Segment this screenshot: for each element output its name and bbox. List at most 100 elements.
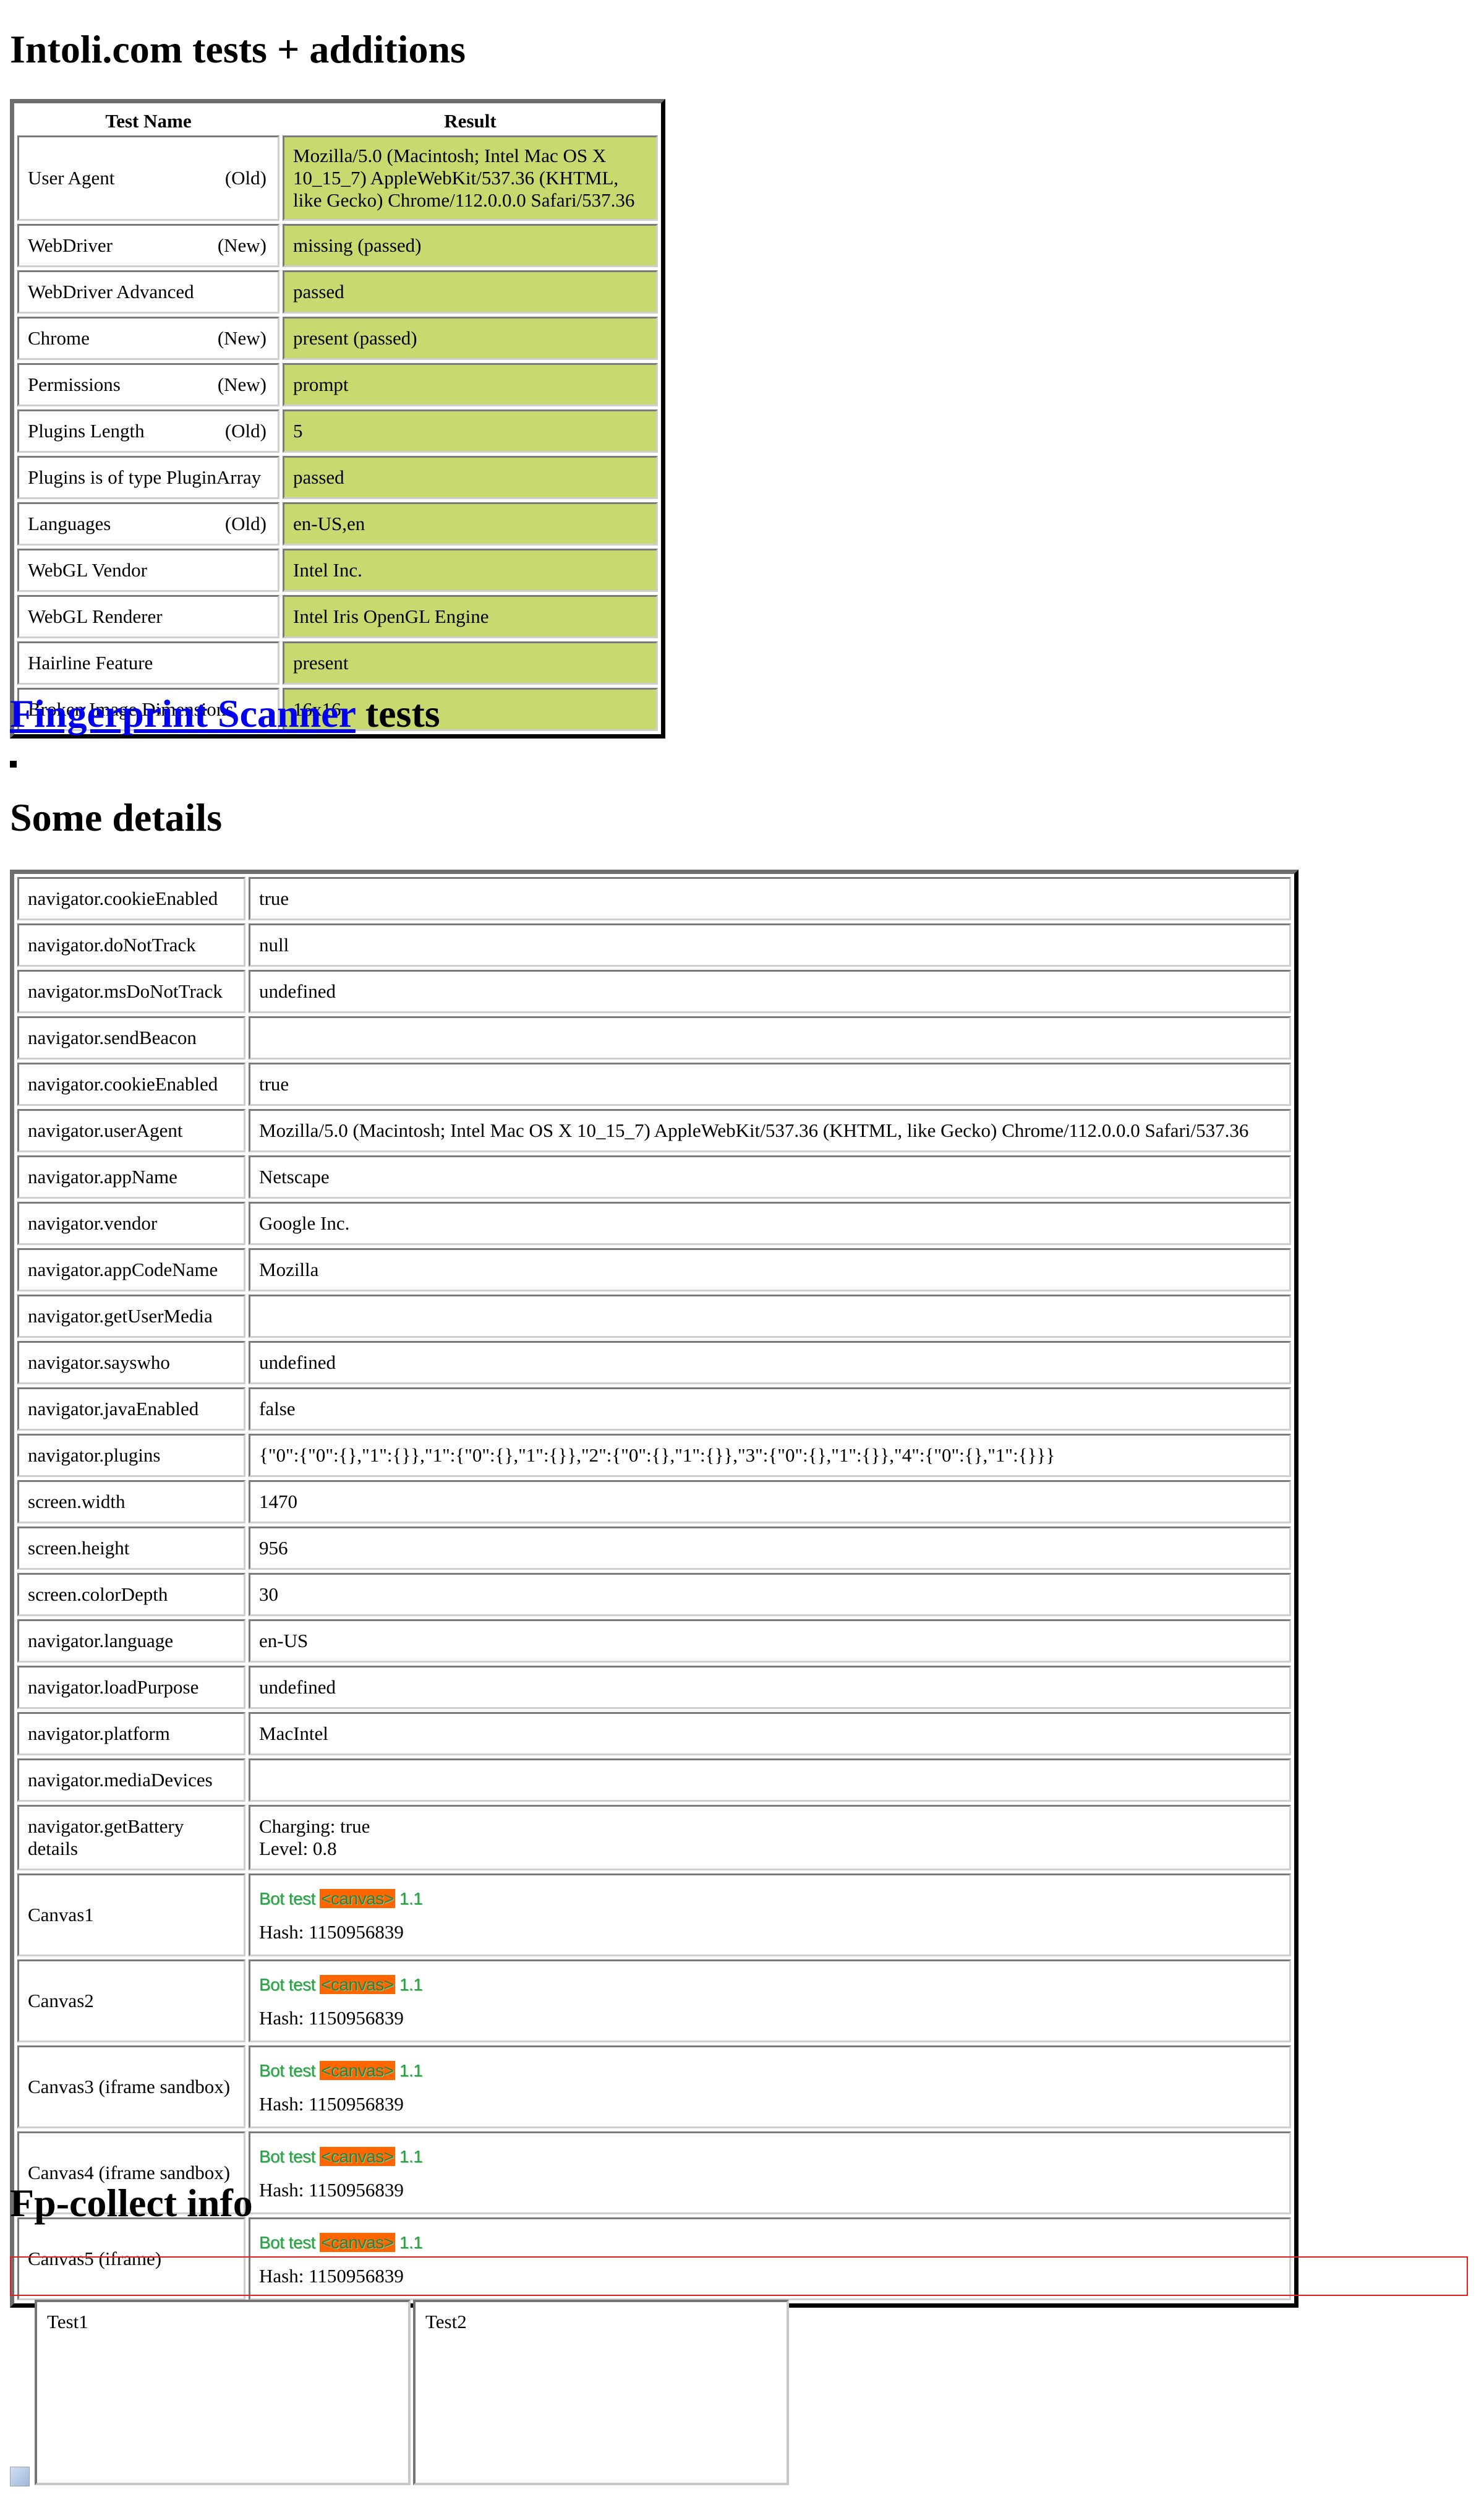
canvas-result: Bot test <canvas> 1.1 Hash: 1150956839: [249, 2045, 1291, 2128]
table-row: Languages (Old) en-US,en: [17, 502, 658, 546]
canvas-text-pre: Bot test: [259, 2060, 320, 2080]
iframe-test1[interactable]: Test1: [35, 2300, 411, 2485]
iframe-test2-label: Test2: [425, 2311, 467, 2332]
property-value: Google Inc.: [249, 1202, 1291, 1245]
property-value: en-US: [249, 1619, 1291, 1663]
battery-details: Charging: true Level: 0.8: [249, 1805, 1291, 1870]
table-row: WebGL Vendor Intel Inc.: [17, 549, 658, 592]
test-age-tag: (New): [217, 327, 267, 349]
table-row: Chrome (New) present (passed): [17, 317, 658, 360]
table-row: navigator.plugins {"0":{"0":{},"1":{}},"1…: [17, 1434, 1291, 1477]
property-name: navigator.userAgent: [17, 1109, 245, 1152]
table-row: navigator.language en-US: [17, 1619, 1291, 1663]
test-name-cell: Plugins Length (Old): [17, 409, 279, 453]
canvas-text-post: 1.1: [394, 1974, 423, 1994]
test-name-cell: WebGL Vendor: [17, 549, 279, 592]
table-row: navigator.platform MacIntel: [17, 1712, 1291, 1755]
table-row: navigator.javaEnabled false: [17, 1387, 1291, 1431]
property-name: navigator.language: [17, 1619, 245, 1663]
iframe-test1-label: Test1: [47, 2311, 88, 2332]
intoli-heading: Intoli.com tests + additions: [10, 27, 466, 71]
details-table: navigator.cookieEnabled true navigator.doN…: [10, 870, 1298, 2308]
property-name: screen.height: [17, 1527, 245, 1570]
table-row: Canvas1 Bot test <canvas> 1.1 Hash: 115095…: [17, 1873, 1291, 1956]
canvas-hash: Hash: 1150956839: [259, 2092, 404, 2115]
canvas-hash: Hash: 1150956839: [259, 1920, 404, 1943]
canvas-rendering: Bot test <canvas> 1.1: [259, 2232, 423, 2254]
table-row: navigator.msDoNotTrack undefined: [17, 970, 1291, 1013]
test-name: Languages: [28, 513, 111, 534]
test-name: Chrome: [28, 327, 90, 349]
property-name: navigator.getBattery details: [17, 1805, 245, 1870]
property-name: navigator.vendor: [17, 1202, 245, 1245]
test-result: missing (passed): [283, 224, 658, 267]
property-name: navigator.appCodeName: [17, 1248, 245, 1291]
canvas-text-post: 1.1: [394, 2232, 423, 2252]
table-row: Hairline Feature present: [17, 641, 658, 685]
property-value: Mozilla/5.0 (Macintosh; Intel Mac OS X 1…: [249, 1109, 1291, 1152]
test-age-tag: (Old): [224, 167, 267, 189]
property-name: navigator.plugins: [17, 1434, 245, 1477]
property-value: undefined: [249, 1341, 1291, 1384]
canvas-rendering: Bot test <canvas> 1.1: [259, 2146, 423, 2168]
table-row: Canvas2 Bot test <canvas> 1.1 Hash: 115095…: [17, 1959, 1291, 2042]
test-name-cell: Permissions (New): [17, 363, 279, 406]
property-value: [249, 1016, 1291, 1060]
property-name: navigator.sayswho: [17, 1341, 245, 1384]
fingerprint-heading-suffix: tests: [355, 692, 440, 735]
canvas-hash: Hash: 1150956839: [259, 2006, 404, 2029]
test-age-tag: (New): [217, 234, 267, 256]
canvas-rendering: Bot test <canvas> 1.1: [259, 1974, 423, 1996]
test-result: prompt: [283, 363, 658, 406]
canvas-text-tag: <canvas>: [320, 2146, 395, 2166]
iframe-test2[interactable]: Test2: [413, 2300, 789, 2485]
test-name: Hairline Feature: [28, 652, 153, 674]
property-value: undefined: [249, 1666, 1291, 1709]
table-row: WebDriver Advanced passed: [17, 270, 658, 314]
property-value: true: [249, 877, 1291, 920]
table-row: navigator.vendor Google Inc.: [17, 1202, 1291, 1245]
table-row: navigator.getBattery details Charging: tr…: [17, 1805, 1291, 1870]
test-result: present (passed): [283, 317, 658, 360]
table-row: Plugins is of type PluginArray passed: [17, 456, 658, 499]
test-name: WebGL Vendor: [28, 559, 147, 581]
table-row: navigator.cookieEnabled true: [17, 1063, 1291, 1106]
broken-image-icon: [10, 2467, 30, 2486]
fpcollect-output-box: [10, 2256, 1468, 2296]
property-name: navigator.cookieEnabled: [17, 1063, 245, 1106]
canvas-text-post: 1.1: [394, 2146, 423, 2166]
column-header-test-name: Test Name: [105, 110, 192, 132]
test-name-cell: WebGL Renderer: [17, 595, 279, 638]
fingerprint-scanner-heading: Fingerprint Scanner tests: [10, 694, 440, 734]
table-row: navigator.cookieEnabled true: [17, 877, 1291, 920]
canvas-text-pre: Bot test: [259, 1974, 320, 1994]
property-value: 956: [249, 1527, 1291, 1570]
canvas-text-tag: <canvas>: [320, 2232, 395, 2252]
battery-level: Level: 0.8: [259, 1838, 337, 1859]
table-row: Plugins Length (Old) 5: [17, 409, 658, 453]
table-row: screen.height 956: [17, 1527, 1291, 1570]
test-result: present: [283, 641, 658, 685]
canvas-name: Canvas3 (iframe sandbox): [17, 2045, 245, 2128]
canvas-hash: Hash: 1150956839: [259, 2178, 404, 2201]
canvas-name: Canvas2: [17, 1959, 245, 2042]
property-name: navigator.loadPurpose: [17, 1666, 245, 1709]
canvas-text-tag: <canvas>: [320, 1974, 395, 1994]
test-result: Intel Iris OpenGL Engine: [283, 595, 658, 638]
test-age-tag: (Old): [224, 513, 267, 534]
test-name: WebDriver: [28, 234, 113, 256]
canvas-text-tag: <canvas>: [320, 1888, 395, 1908]
table-row: navigator.sendBeacon: [17, 1016, 1291, 1060]
property-name: navigator.mediaDevices: [17, 1758, 245, 1802]
table-row: WebDriver (New) missing (passed): [17, 224, 658, 267]
test-age-tag: (New): [217, 374, 267, 395]
property-name: navigator.cookieEnabled: [17, 877, 245, 920]
table-row: User Agent (Old) Mozilla/5.0 (Macintosh; I…: [17, 135, 658, 221]
property-value: 1470: [249, 1480, 1291, 1523]
test-name-cell: Plugins is of type PluginArray: [17, 456, 279, 499]
property-value: {"0":{"0":{},"1":{}},"1":{"0":{},"1":{}}…: [249, 1434, 1291, 1477]
canvas-result: Bot test <canvas> 1.1 Hash: 1150956839: [249, 1873, 1291, 1956]
property-value: MacIntel: [249, 1712, 1291, 1755]
fingerprint-scanner-link[interactable]: Fingerprint Scanner: [10, 692, 356, 735]
battery-charging: Charging: true: [259, 1815, 370, 1837]
